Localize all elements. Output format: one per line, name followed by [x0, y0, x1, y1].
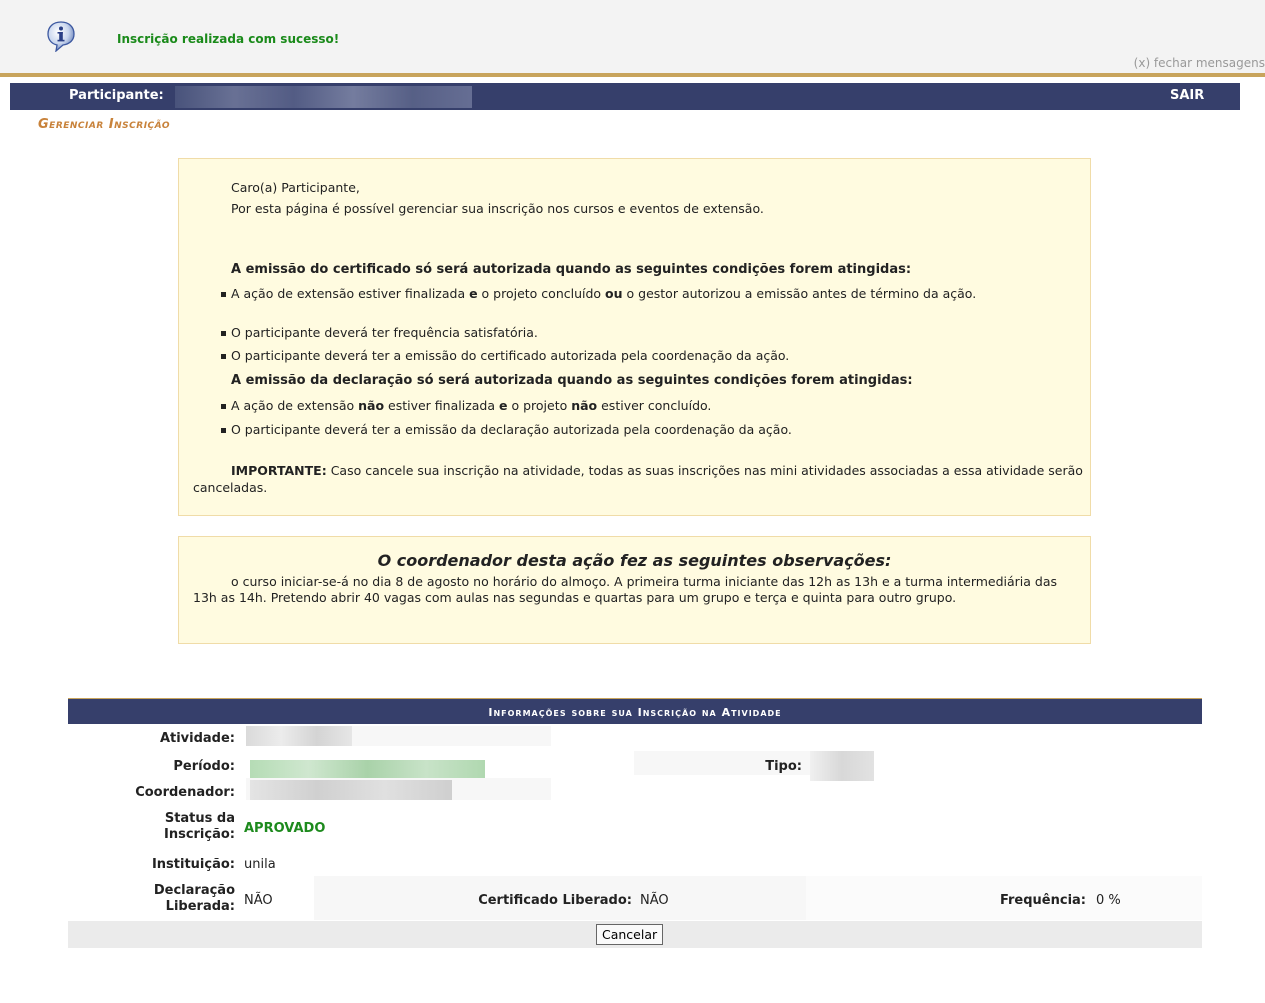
activity-label: Atividade: [159, 731, 235, 746]
heading-band [25, 112, 1245, 145]
certificate-conditions-heading: A emissão do certificado só será autoriz… [231, 262, 912, 277]
type-value-redacted [810, 751, 874, 781]
list-item: A ação de extensão não estiver finalizad… [219, 399, 1079, 413]
page-title: Gerenciar Inscrição [38, 117, 170, 132]
cancel-button[interactable]: Cancelar [596, 924, 664, 945]
list-item: A ação de extensão estiver finalizada e … [219, 287, 1079, 301]
frequency-label: Frequência: [999, 893, 1086, 908]
status-value: APROVADO [244, 821, 326, 836]
institution-label: Instituição: [151, 857, 235, 872]
logout-link[interactable]: SAIR [1170, 88, 1204, 103]
declaration-label: Declaração Liberada: [153, 883, 235, 914]
greeting-text: Caro(a) Participante, [231, 180, 360, 195]
institution-value: unila [244, 857, 276, 872]
observations-text: o curso iniciar-se-á no dia 8 de agosto … [193, 574, 1058, 605]
period-label: Período: [173, 759, 235, 774]
intro-text: Por esta página é possível gerenciar sua… [231, 201, 764, 216]
close-messages-link[interactable]: (x) fechar mensagens [1134, 56, 1265, 70]
table-footer: Cancelar [68, 921, 1202, 948]
important-label: IMPORTANTE: [231, 463, 327, 478]
instructions-notice: Caro(a) Participante, Por esta página é … [178, 158, 1091, 516]
participant-label: Participante: [69, 88, 164, 103]
participant-name-redacted [175, 86, 472, 108]
message-bar: Inscrição realizada com sucesso! (x) fec… [0, 0, 1265, 75]
info-icon [47, 21, 75, 52]
certificate-value: NÃO [640, 893, 669, 908]
success-message: Inscrição realizada com sucesso! [117, 32, 340, 46]
period-value-redacted [250, 760, 485, 780]
coordinator-label: Coordenador: [135, 785, 235, 800]
top-nav-bar: Participante: SAIR [10, 83, 1240, 110]
declaration-value: NÃO [244, 893, 273, 908]
list-item: O participante deverá ter frequência sat… [219, 326, 1079, 340]
status-label: Status da Inscrição: [163, 811, 235, 842]
type-label: Tipo: [765, 759, 802, 774]
coordinator-observations: O coordenador desta ação fez as seguinte… [178, 536, 1091, 644]
declaration-conditions-heading: A emissão da declaração só será autoriza… [231, 373, 913, 388]
important-note: IMPORTANTE: Caso cancele sua inscrição n… [193, 462, 1083, 496]
activity-value-redacted [246, 726, 352, 746]
divider [0, 73, 1265, 77]
certificate-label: Certificado Liberado: [478, 893, 632, 908]
important-text: Caso cancele sua inscrição na atividade,… [193, 463, 1083, 495]
table-caption: Informações sobre sua Inscrição na Ativi… [68, 698, 1202, 724]
registration-info-table: Informações sobre sua Inscrição na Ativi… [68, 698, 1202, 948]
list-item: O participante deverá ter a emissão do c… [219, 349, 1079, 363]
frequency-value: 0 % [1096, 893, 1121, 908]
coordinator-value-redacted [250, 780, 452, 800]
observations-title: O coordenador desta ação fez as seguinte… [377, 551, 892, 570]
list-item: O participante deverá ter a emissão da d… [219, 423, 1079, 437]
